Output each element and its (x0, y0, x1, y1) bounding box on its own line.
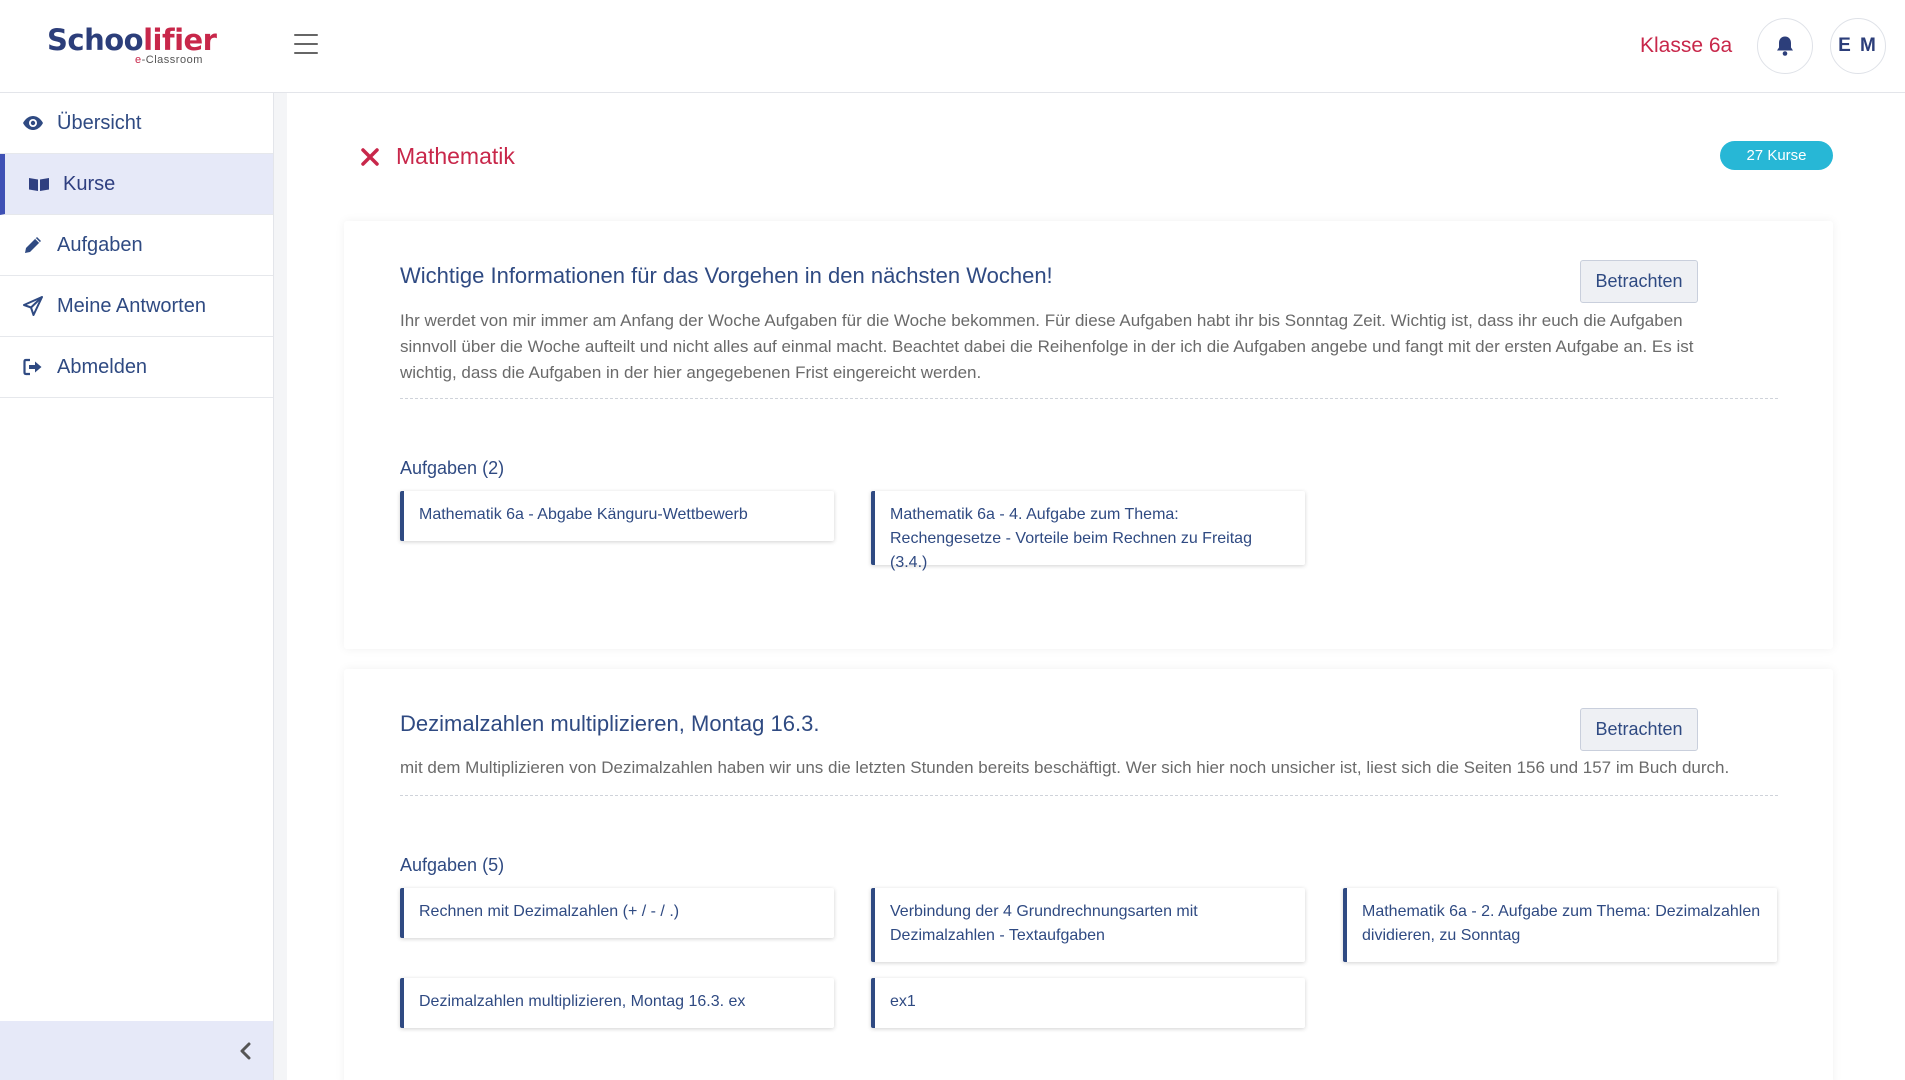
sidebar-item-uebersicht[interactable]: Übersicht (0, 93, 273, 154)
tasks-label: Aufgaben (2) (400, 458, 505, 478)
pencil-icon (22, 234, 44, 256)
eye-icon (22, 112, 44, 134)
lesson-card: Dezimalzahlen multiplizieren, Montag 16.… (344, 669, 1833, 1080)
task-item[interactable]: Rechnen mit Dezimalzahlen (+ / - / .) (400, 888, 834, 938)
sidebar: Übersicht Kurse Aufgaben Meine Antworten… (0, 93, 274, 1080)
task-item[interactable]: ex1 (871, 978, 1305, 1028)
top-header: Schoolifier e-Classroom Klasse 6a E M (0, 0, 1905, 93)
tasks-label: Aufgaben (5) (400, 855, 505, 875)
book-icon (28, 173, 50, 195)
task-item[interactable]: Mathematik 6a - 4. Aufgabe zum Thema: Re… (871, 491, 1305, 571)
card-title: Dezimalzahlen multiplizieren, Montag 16.… (400, 711, 820, 736)
task-item[interactable]: Dezimalzahlen multiplizieren, Montag 16.… (400, 978, 834, 1028)
task-item[interactable]: Mathematik 6a - 2. Aufgabe zum Thema: De… (1343, 888, 1777, 962)
bell-icon (1777, 36, 1793, 56)
paper-plane-icon (22, 295, 44, 317)
main-content: Mathematik 27 Kurse Wichtige Information… (287, 93, 1905, 1080)
task-item[interactable]: Verbindung der 4 Grundrechnungsarten mit… (871, 888, 1305, 962)
task-item[interactable]: Mathematik 6a - Abgabe Känguru-Wettbewer… (400, 491, 834, 541)
sidebar-item-kurse[interactable]: Kurse (0, 154, 273, 215)
card-description: Ihr werdet von mir immer am Anfang der W… (400, 311, 1694, 382)
logo-subtitle: e-Classroom (135, 54, 203, 66)
notifications-button[interactable] (1757, 18, 1813, 74)
course-name: Mathematik (396, 143, 515, 169)
divider (400, 398, 1778, 399)
sidebar-item-label: Kurse (63, 172, 116, 195)
sidebar-item-label: Aufgaben (57, 233, 143, 256)
hamburger-menu-icon[interactable] (294, 34, 318, 54)
card-title: Wichtige Informationen für das Vorgehen … (400, 263, 1053, 288)
course-count-badge: 27 Kurse (1720, 141, 1833, 170)
info-card: Wichtige Informationen für das Vorgehen … (344, 221, 1833, 649)
class-label[interactable]: Klasse 6a (1640, 34, 1732, 58)
sidebar-item-meine-antworten[interactable]: Meine Antworten (0, 276, 273, 337)
chevron-left-icon (240, 1042, 251, 1059)
sidebar-collapse-button[interactable] (0, 1021, 273, 1080)
view-button[interactable]: Betrachten (1580, 708, 1698, 751)
schoolifier-logo[interactable]: Schoolifier e-Classroom (47, 24, 237, 68)
user-avatar[interactable]: E M (1830, 18, 1886, 74)
card-description: mit dem Multiplizieren von Dezimalzahlen… (400, 758, 1730, 777)
sign-out-icon (22, 356, 44, 378)
sidebar-item-label: Übersicht (57, 111, 142, 134)
sidebar-item-aufgaben[interactable]: Aufgaben (0, 215, 273, 276)
logo-wordmark: Schoolifier (47, 23, 217, 57)
sidebar-item-label: Abmelden (57, 355, 148, 378)
divider (400, 795, 1778, 796)
sidebar-item-label: Meine Antworten (57, 294, 206, 317)
sidebar-item-abmelden[interactable]: Abmelden (0, 337, 273, 398)
view-button[interactable]: Betrachten (1580, 260, 1698, 303)
course-header: Mathematik (359, 143, 515, 170)
close-icon[interactable] (359, 146, 381, 168)
